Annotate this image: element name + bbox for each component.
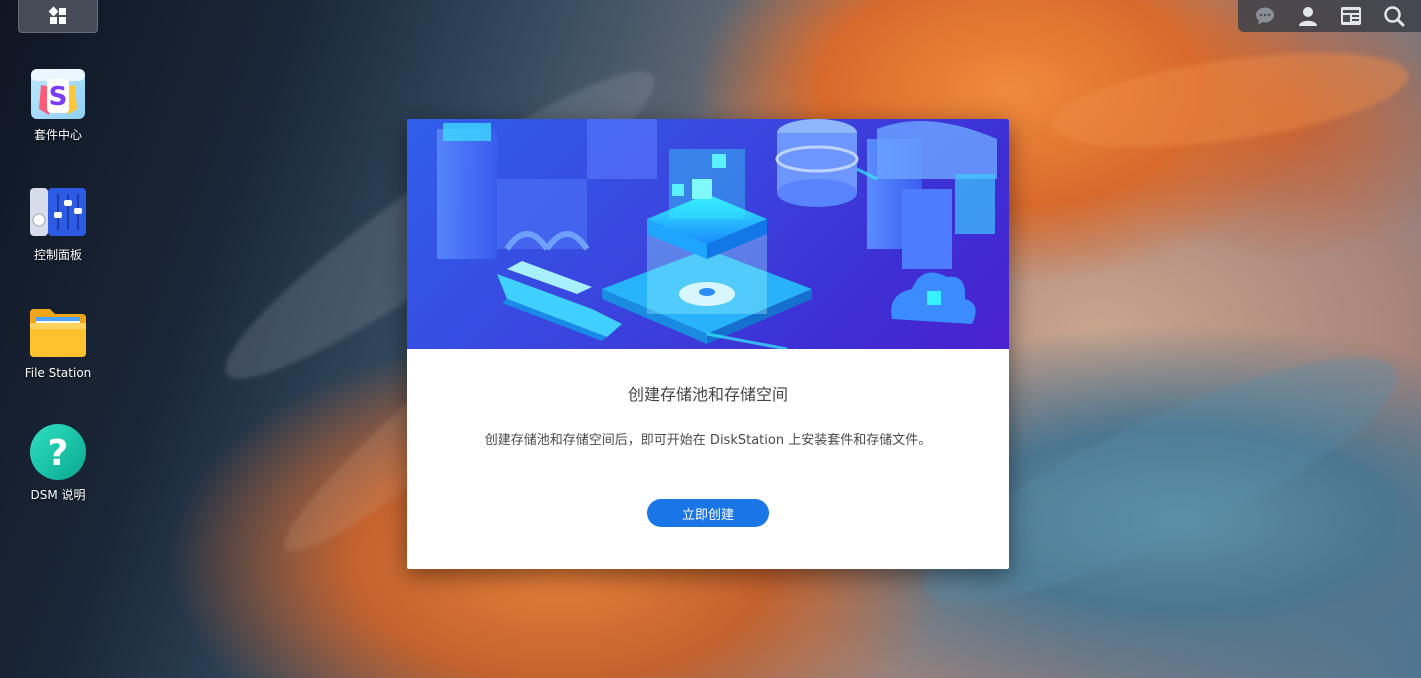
shortcut-package-center[interactable]: S 套件中心 <box>8 64 108 143</box>
shortcut-label: 控制面板 <box>33 248 82 262</box>
dialog-description: 创建存储池和存储空间后，即可开始在 DiskStation 上安装套件和存储文件… <box>484 433 932 448</box>
shortcut-file-station[interactable]: File Station <box>8 304 108 380</box>
folder-icon <box>28 304 88 360</box>
svg-text:?: ? <box>48 433 69 474</box>
storage-illustration <box>437 119 997 349</box>
desktop: S 套件中心 控制面板 File Station ? DSM 说明 创建存储池和… <box>0 0 1421 678</box>
main-menu-button[interactable] <box>18 0 98 33</box>
shortcut-label: 套件中心 <box>33 128 82 142</box>
main-menu-icon <box>48 6 66 24</box>
shortcut-control-panel[interactable]: 控制面板 <box>8 184 108 263</box>
hero-illustration <box>407 119 1009 349</box>
system-tray <box>1238 0 1421 32</box>
search-icon[interactable] <box>1381 3 1407 29</box>
storage-setup-dialog: 创建存储池和存储空间 创建存储池和存储空间后，即可开始在 DiskStation… <box>407 119 1009 569</box>
package-center-icon: S <box>28 64 88 120</box>
help-icon: ? <box>28 424 88 480</box>
dialog-title: 创建存储池和存储空间 <box>627 385 788 404</box>
notification-icon[interactable] <box>1252 3 1278 29</box>
control-panel-icon <box>28 184 88 240</box>
shortcut-label: File Station <box>24 366 92 380</box>
shortcut-dsm-help[interactable]: ? DSM 说明 <box>8 424 108 503</box>
widgets-icon[interactable] <box>1338 3 1364 29</box>
user-icon[interactable] <box>1295 3 1321 29</box>
svg-text:S: S <box>49 82 68 112</box>
create-now-button[interactable]: 立即创建 <box>647 499 769 527</box>
background-streak <box>1046 35 1414 165</box>
shortcut-label: DSM 说明 <box>30 488 86 502</box>
